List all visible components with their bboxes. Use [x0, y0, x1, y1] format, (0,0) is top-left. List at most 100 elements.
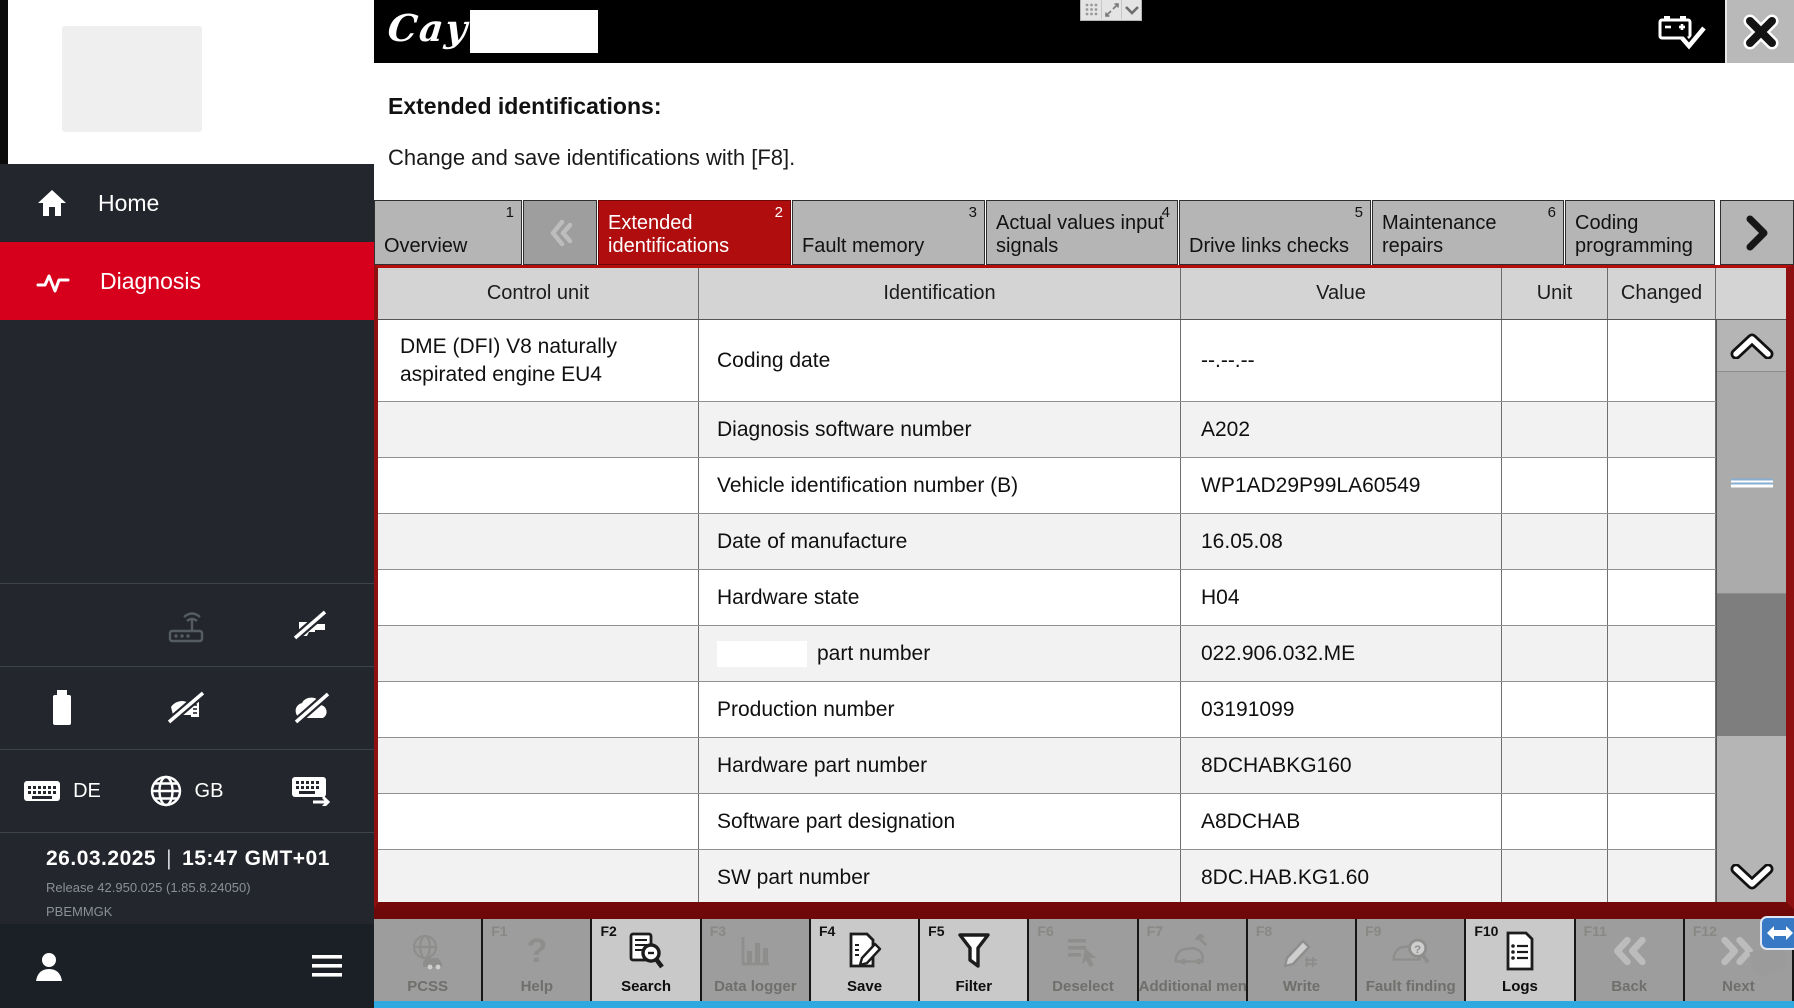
identification-cell: Coding date	[699, 320, 1181, 401]
car-magnifier-icon: ?	[1391, 930, 1431, 972]
changed-cell	[1608, 458, 1716, 513]
cable-disconnected-icon	[248, 606, 374, 644]
identification-cell: Hardware state	[699, 570, 1181, 625]
identification-label: Hardware state	[717, 585, 860, 609]
value-cell: H04	[1181, 570, 1502, 625]
value-cell: 8DCHABKG160	[1181, 738, 1502, 793]
column-header-identification: Identification	[699, 268, 1181, 319]
expand-icon[interactable]	[1101, 0, 1121, 19]
question-mark-icon: ?	[517, 930, 557, 972]
unit-cell	[1502, 514, 1608, 569]
tabs-scroll-left-button[interactable]	[523, 200, 597, 265]
grid-handle-icon[interactable]	[1081, 0, 1101, 19]
fn-button-label: Logs	[1502, 978, 1538, 995]
keyboard-switch-icon[interactable]	[248, 776, 374, 806]
redacted-logo	[62, 26, 202, 132]
control-unit-cell	[378, 738, 699, 793]
fn-button-label: Additional menu	[1138, 978, 1257, 995]
table-row[interactable]: Hardware part number 8DCHABKG160	[378, 738, 1716, 794]
function-key-button[interactable]: F2 Search	[592, 919, 700, 1001]
table-row[interactable]: Vehicle identification number (B) WP1AD2…	[378, 458, 1716, 514]
identification-cell: part number	[699, 626, 1181, 681]
save-document-icon	[845, 930, 885, 972]
main-area: Cay Extended identifications: Change and…	[374, 0, 1794, 1008]
function-key-button[interactable]: F6 Deselect	[1029, 919, 1137, 1001]
tab-extended-identifications[interactable]: 2 Extended identifications	[598, 200, 791, 265]
function-key-button[interactable]: F10 Logs	[1466, 919, 1574, 1001]
table-header: Control unit Identification Value Unit C…	[378, 268, 1786, 320]
table-row[interactable]: Diagnosis software number A202	[378, 402, 1716, 458]
function-key-button[interactable]: F11 Back	[1575, 919, 1683, 1001]
fn-button-label: Data logger	[714, 978, 797, 995]
keyboard-language-label: DE	[73, 779, 101, 802]
tab-number: 5	[1354, 204, 1363, 221]
tab-number: 3	[968, 204, 977, 221]
function-key-button[interactable]: F3 Data logger	[701, 919, 809, 1001]
table-row[interactable]: Date of manufacture 16.05.08	[378, 514, 1716, 570]
table-rows: DME (DFI) V8 naturally aspirated engine …	[378, 320, 1716, 902]
sidebar-item-diagnosis[interactable]: Diagnosis	[0, 242, 374, 320]
scrollbar-track[interactable]	[1717, 594, 1786, 736]
fn-button-label: Next	[1722, 978, 1755, 995]
keyboard-language[interactable]: DE	[0, 778, 124, 804]
table-row[interactable]: Production number 03191099	[378, 682, 1716, 738]
tab-bar: 1 Overview 2 Extended identifications 3 …	[374, 200, 1794, 265]
cloud-offline-icon	[248, 690, 374, 726]
changed-cell	[1608, 514, 1716, 569]
tabs-scroll-right-button[interactable]	[1720, 200, 1794, 265]
table-row[interactable]: Hardware state H04	[378, 570, 1716, 626]
fn-key-label: F8	[1255, 923, 1273, 939]
close-button[interactable]	[1725, 0, 1794, 63]
table-row[interactable]: Software part designation A8DCHAB	[378, 794, 1716, 850]
user-profile-icon[interactable]	[32, 949, 66, 983]
scrollbar-thumb[interactable]	[1717, 372, 1786, 594]
control-unit-cell	[378, 514, 699, 569]
control-unit-cell	[378, 794, 699, 849]
table-row[interactable]: part number 022.906.032.ME	[378, 626, 1716, 682]
function-key-button[interactable]: F4 Save	[810, 919, 919, 1001]
sidebar-item-home[interactable]: Home	[0, 164, 374, 242]
remote-control-icon[interactable]	[1760, 916, 1794, 950]
fn-key-label: F3	[709, 923, 727, 939]
fn-key-label: F4	[818, 923, 836, 939]
tab-coding-programming[interactable]: Coding programming	[1565, 200, 1715, 265]
window-edge	[0, 0, 8, 164]
function-key-button[interactable]: F9 ? Fault finding	[1357, 919, 1465, 1001]
tab-fault-memory[interactable]: 3 Fault memory	[792, 200, 985, 265]
function-key-button[interactable]: F8 Write	[1247, 919, 1356, 1001]
control-unit-cell	[378, 850, 699, 902]
identification-label: SW part number	[717, 865, 870, 889]
control-unit-cell	[378, 402, 699, 457]
scrollbar-grip	[1730, 478, 1773, 487]
tab-maintenance-repairs[interactable]: 6 Maintenance repairs	[1372, 200, 1564, 265]
column-header-spacer	[1716, 268, 1786, 319]
tab-number: 6	[1547, 204, 1556, 221]
sidebar-item-label: Diagnosis	[100, 267, 201, 294]
function-key-button[interactable]: F5 Filter	[920, 919, 1028, 1001]
connection-status-row	[0, 583, 374, 666]
battery-icon	[0, 688, 124, 728]
fn-key-label: F11	[1583, 923, 1607, 939]
scroll-up-button[interactable]	[1717, 320, 1786, 372]
search-document-icon	[626, 930, 666, 972]
column-header-control-unit: Control unit	[378, 268, 699, 319]
tab-drive-links-checks[interactable]: 5 Drive links checks	[1179, 200, 1371, 265]
value-cell: --.--.--	[1181, 320, 1502, 401]
car-tools-icon	[1172, 930, 1212, 972]
chevrons-left-icon	[1609, 930, 1649, 972]
function-key-button[interactable]: PCSS	[374, 919, 482, 1001]
menu-icon[interactable]	[312, 955, 342, 977]
fn-key-label: F6	[1037, 923, 1054, 939]
table-row[interactable]: SW part number 8DC.HAB.KG1.60	[378, 850, 1716, 902]
display-language[interactable]: GB	[124, 774, 248, 808]
function-key-button[interactable]: F1 ? Help	[483, 919, 591, 1001]
value-cell: 022.906.032.ME	[1181, 626, 1502, 681]
identification-label: Production number	[717, 697, 895, 721]
table-row[interactable]: DME (DFI) V8 naturally aspirated engine …	[378, 320, 1716, 402]
chevron-down-icon[interactable]	[1121, 0, 1141, 19]
tab-actual-values-input-signals[interactable]: 4 Actual values input signals	[986, 200, 1178, 265]
unit-cell	[1502, 402, 1608, 457]
scroll-down-button[interactable]	[1717, 736, 1786, 902]
function-key-button[interactable]: F7 Additional menu	[1138, 919, 1257, 1001]
tab-overview[interactable]: 1 Overview	[374, 200, 522, 265]
